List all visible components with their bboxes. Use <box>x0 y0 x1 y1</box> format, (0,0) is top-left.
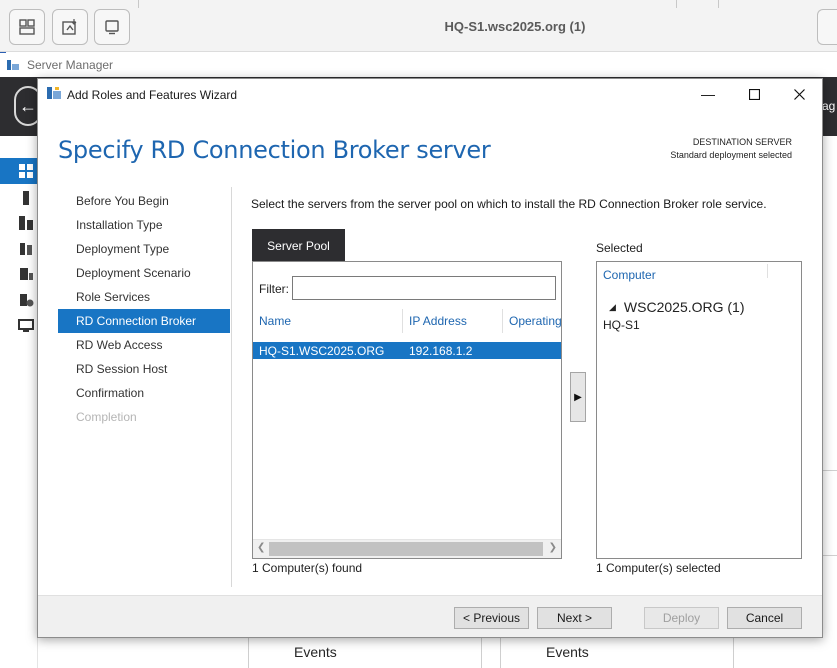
destination-label: DESTINATION SERVER <box>692 137 792 147</box>
tab-server-pool[interactable]: Server Pool <box>252 229 345 261</box>
viewer-side-button[interactable] <box>817 9 837 45</box>
viewer-title: HQ-S1.wsc2025.org (1) <box>444 19 586 34</box>
all-servers-icon[interactable] <box>18 215 34 231</box>
selected-count: 1 Computer(s) selected <box>596 561 721 575</box>
step-confirmation[interactable]: Confirmation <box>58 381 230 405</box>
cancel-button[interactable]: Cancel <box>727 607 802 629</box>
maximize-button[interactable] <box>731 79 777 109</box>
scroll-right-icon[interactable]: ❯ <box>549 542 557 553</box>
wizard-icon <box>47 87 61 99</box>
collapse-triangle-icon[interactable]: ◢ <box>609 302 616 312</box>
column-header-operating-system[interactable]: Operating <box>503 309 561 333</box>
dashboard-background <box>823 136 837 636</box>
scroll-left-icon[interactable]: ❮ <box>257 542 265 553</box>
file-services-icon[interactable] <box>18 241 34 257</box>
server-pool-list: Filter: Name IP Address Operating HQ-S1.… <box>252 261 562 559</box>
toolbar-divider <box>718 0 719 8</box>
iis-icon[interactable] <box>18 266 34 282</box>
events-label: Events <box>294 644 337 660</box>
close-icon <box>793 88 805 100</box>
step-rd-web-access[interactable]: RD Web Access <box>58 333 230 357</box>
step-before-you-begin[interactable]: Before You Begin <box>58 189 230 213</box>
toolbar-divider <box>138 0 139 8</box>
events-label: Events <box>546 644 589 660</box>
nav-item-dashboard[interactable] <box>0 158 38 184</box>
column-header-name[interactable]: Name <box>253 309 403 333</box>
remote-desktop-services-icon[interactable] <box>18 292 34 308</box>
tree-group[interactable]: ◢ WSC2025.ORG (1) <box>609 299 745 315</box>
step-completion: Completion <box>76 410 137 424</box>
add-to-selected-button[interactable]: ▶ <box>570 372 586 422</box>
maximize-icon <box>748 88 760 100</box>
deploy-button: Deploy <box>644 607 719 629</box>
step-rd-connection-broker[interactable]: RD Connection Broker <box>58 309 230 333</box>
wizard-titlebar: Add Roles and Features Wizard — <box>38 79 822 109</box>
wizard-title: Add Roles and Features Wizard <box>67 88 238 102</box>
server-manager-icon <box>7 60 19 70</box>
divider <box>823 555 837 556</box>
close-button[interactable] <box>776 79 822 109</box>
server-manager-titlebar: Server Manager <box>0 53 837 77</box>
local-server-icon[interactable] <box>18 190 34 206</box>
minimize-button[interactable]: — <box>685 79 731 109</box>
instruction-text: Select the servers from the server pool … <box>251 197 767 211</box>
row-name: HQ-S1.WSC2025.ORG <box>259 344 385 358</box>
divider <box>823 470 837 471</box>
group-label: WSC2025.ORG (1) <box>623 299 745 315</box>
step-role-services[interactable]: Role Services <box>58 285 230 309</box>
destination-value: Standard deployment selected <box>670 150 792 160</box>
server-manager-title: Server Manager <box>27 58 114 72</box>
row-ip-address: 192.168.1.2 <box>409 344 473 358</box>
selected-list: Computer ◢ WSC2025.ORG (1) HQ-S1 <box>596 261 802 559</box>
wizard-footer: < Previous Next > Deploy Cancel <box>38 595 822 637</box>
column-divider <box>767 264 768 278</box>
remote-access-icon[interactable] <box>18 317 34 333</box>
table-row[interactable]: HQ-S1.WSC2025.ORG 192.168.1.2 <box>253 342 561 359</box>
steps-divider <box>231 187 232 587</box>
selected-label: Selected <box>596 241 643 255</box>
previous-button[interactable]: < Previous <box>454 607 529 629</box>
page-title: Specify RD Connection Broker server <box>58 136 491 164</box>
dashboard-icon <box>19 164 33 178</box>
viewer-toolbar: HQ-S1.wsc2025.org (1) <box>0 0 837 52</box>
toolbar-divider <box>676 0 677 8</box>
filter-label: Filter: <box>259 282 289 296</box>
horizontal-scrollbar[interactable]: ❮ ❯ <box>253 539 561 558</box>
column-header-ip-address[interactable]: IP Address <box>403 309 503 333</box>
step-deployment-scenario[interactable]: Deployment Scenario <box>58 261 230 285</box>
next-button[interactable]: Next > <box>537 607 612 629</box>
filter-input[interactable] <box>292 276 556 300</box>
destination-server: DESTINATION SERVER Standard deployment s… <box>670 136 792 162</box>
minimize-icon: — <box>701 86 715 102</box>
wizard-steps: Before You Begin Installation Type Deplo… <box>58 189 230 429</box>
back-arrow-icon: ← <box>19 96 37 116</box>
step-rd-session-host[interactable]: RD Session Host <box>58 357 230 381</box>
scrollbar-thumb[interactable] <box>269 542 543 556</box>
step-installation-type[interactable]: Installation Type <box>58 213 230 237</box>
list-item[interactable]: HQ-S1 <box>603 318 640 332</box>
add-roles-wizard: Add Roles and Features Wizard — Specify … <box>37 78 823 638</box>
column-header-computer[interactable]: Computer <box>603 268 656 282</box>
step-deployment-type[interactable]: Deployment Type <box>58 237 230 261</box>
header-text: ag <box>822 99 836 113</box>
events-tile[interactable]: Events <box>248 636 482 668</box>
events-tile[interactable]: Events <box>500 636 734 668</box>
found-count: 1 Computer(s) found <box>252 561 363 575</box>
arrow-right-icon: ▶ <box>574 391 582 403</box>
